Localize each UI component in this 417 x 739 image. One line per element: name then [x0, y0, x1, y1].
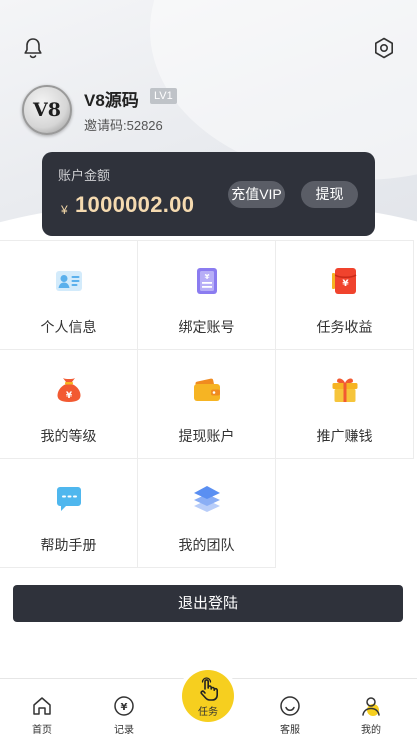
tab-service[interactable]: 客服 [260, 679, 320, 739]
menu-item-withdraw-account[interactable]: 提现账户 [138, 350, 276, 459]
layers-icon [194, 486, 220, 512]
chat-bubble-icon [57, 487, 81, 511]
menu-item-label: 我的团队 [178, 537, 235, 553]
svg-text:¥: ¥ [342, 279, 349, 289]
tab-record[interactable]: ¥ 记录 [94, 679, 154, 739]
invite-code: 邀请码:52826 [84, 118, 163, 133]
svg-text:¥: ¥ [121, 702, 128, 713]
tab-home[interactable]: 首页 [12, 679, 72, 739]
tab-label: 我的 [361, 725, 381, 736]
yuan-circle-icon: ¥ [114, 696, 134, 716]
menu-item-promote-earn[interactable]: 推广赚钱 [276, 350, 414, 459]
username: V8源码 [84, 91, 139, 110]
red-envelope-icon: ¥ [332, 268, 357, 294]
menu-item-label: 帮助手册 [40, 537, 97, 553]
tab-mine[interactable]: 我的 [341, 679, 401, 739]
menu-item-label: 个人信息 [40, 319, 97, 335]
wallet-icon [194, 378, 220, 401]
menu-item-label: 我的等级 [40, 428, 97, 444]
tab-label: 客服 [280, 725, 300, 736]
hand-tap-icon [200, 677, 218, 701]
home-icon [33, 697, 51, 715]
svg-text:¥: ¥ [66, 391, 73, 401]
menu-item-personal-info[interactable]: 个人信息 [0, 241, 138, 350]
gear-icon[interactable] [372, 36, 396, 60]
tab-label: 首页 [32, 725, 52, 736]
bell-icon[interactable] [21, 36, 45, 60]
menu-item-my-level[interactable]: ¥ 我的等级 [0, 350, 138, 459]
menu-empty-cell [276, 459, 414, 568]
menu-item-label: 绑定账号 [178, 319, 235, 335]
tab-label: 任务 [198, 707, 218, 718]
money-bag-icon: ¥ [57, 378, 81, 402]
tab-label: 记录 [114, 725, 134, 736]
smile-service-icon [280, 696, 300, 716]
balance-amount: 1000002.00 [75, 192, 195, 217]
menu-grid: 个人信息 ¥ 绑定账号 ¥ 任务收益 ¥ 我的等级 提现账户 推广赚钱 帮助手册… [0, 240, 414, 568]
menu-item-my-team[interactable]: 我的团队 [138, 459, 276, 568]
balance-card: 账户金额 ¥ 1000002.00 充值VIP 提现 [42, 152, 375, 236]
svg-text:¥: ¥ [205, 273, 210, 281]
id-card-icon [56, 271, 82, 291]
menu-item-bind-account[interactable]: ¥ 绑定账号 [138, 241, 276, 350]
logout-button[interactable]: 退出登陆 [13, 585, 403, 622]
menu-item-label: 提现账户 [178, 428, 235, 444]
tab-task[interactable]: 任务 [182, 670, 234, 722]
level-badge: LV1 [150, 88, 177, 104]
balance-label: 账户金额 [58, 168, 111, 183]
withdraw-button[interactable]: 提现 [301, 181, 358, 208]
bind-account-icon: ¥ [197, 268, 217, 294]
recharge-vip-button[interactable]: 充值VIP [228, 181, 285, 208]
currency-symbol: ¥ [61, 203, 68, 217]
menu-item-label: 任务收益 [316, 319, 373, 335]
menu-item-label: 推广赚钱 [316, 428, 373, 444]
gift-icon [332, 378, 358, 402]
user-icon [362, 697, 380, 716]
menu-item-help-manual[interactable]: 帮助手册 [0, 459, 138, 568]
avatar[interactable]: V8 [22, 85, 72, 135]
menu-item-task-earnings[interactable]: ¥ 任务收益 [276, 241, 414, 350]
